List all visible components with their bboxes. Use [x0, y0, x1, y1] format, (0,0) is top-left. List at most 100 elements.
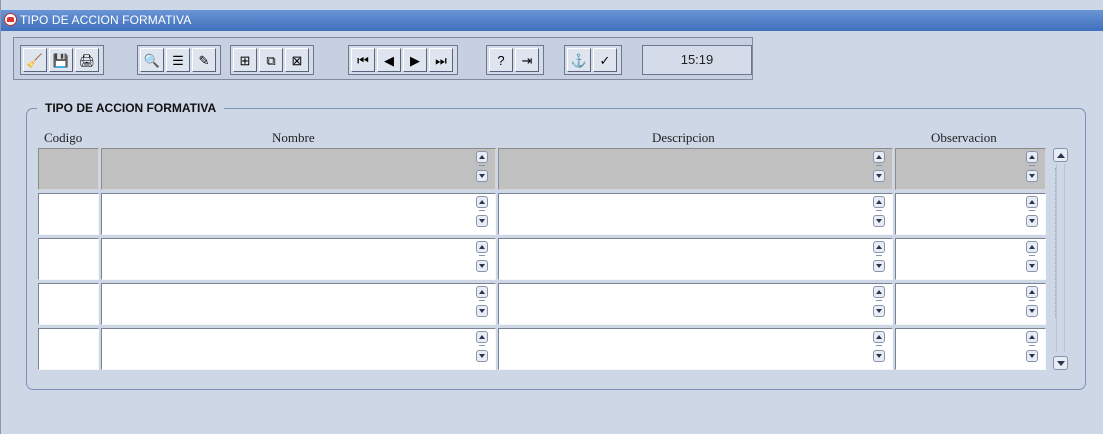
scroll-down-icon[interactable] — [873, 260, 885, 272]
observacion-scroll[interactable] — [1026, 193, 1038, 230]
scroll-down-icon[interactable] — [476, 170, 488, 182]
scroll-up-icon[interactable] — [1053, 148, 1068, 162]
check-button[interactable]: ✓ — [593, 48, 617, 72]
descripcion-field[interactable] — [498, 238, 893, 280]
query-icon: 🔍 — [143, 52, 161, 68]
scroll-up-icon[interactable] — [476, 151, 488, 163]
scroll-up-icon[interactable] — [873, 286, 885, 298]
previous-record-button[interactable]: ◀ — [377, 48, 401, 72]
codigo-field[interactable] — [38, 148, 99, 190]
frame-title: TIPO DE ACCION FORMATIVA — [37, 101, 225, 115]
codigo-field[interactable] — [38, 238, 99, 280]
help-button[interactable]: ? — [489, 48, 513, 72]
descripcion-scroll[interactable] — [873, 148, 885, 185]
attach-button[interactable]: ⚓ — [567, 48, 591, 72]
nombre-field[interactable] — [101, 328, 496, 370]
observacion-scroll[interactable] — [1026, 148, 1038, 185]
scroll-up-icon[interactable] — [476, 196, 488, 208]
scroll-down-icon[interactable] — [1026, 305, 1038, 317]
scroll-thumb — [1029, 255, 1035, 256]
clear-icon: 🧹 — [26, 52, 44, 68]
observacion-scroll[interactable] — [1026, 238, 1038, 275]
scroll-up-icon[interactable] — [1026, 196, 1038, 208]
list-icon: ☰ — [172, 52, 184, 68]
scroll-up-icon[interactable] — [873, 151, 885, 163]
scroll-up-icon[interactable] — [476, 241, 488, 253]
clock-display: 15:19 — [642, 45, 752, 75]
scroll-down-icon[interactable] — [1026, 215, 1038, 227]
observacion-scroll[interactable] — [1026, 328, 1038, 365]
last-record-button[interactable]: ⏭ — [429, 48, 453, 72]
descripcion-field[interactable] — [498, 283, 893, 325]
scroll-down-icon[interactable] — [1026, 170, 1038, 182]
codigo-field[interactable] — [38, 328, 99, 370]
query-button[interactable]: 🔍 — [140, 48, 164, 72]
scroll-up-icon[interactable] — [873, 331, 885, 343]
records-scrollbar[interactable] — [1053, 148, 1068, 370]
scroll-up-icon[interactable] — [1026, 331, 1038, 343]
save-button[interactable]: 💾 — [49, 48, 73, 72]
next-record-button[interactable]: ▶ — [403, 48, 427, 72]
column-header-observacion: Observacion — [931, 130, 997, 145]
first-record-button[interactable]: ⏮ — [351, 48, 375, 72]
descripcion-field[interactable] — [498, 193, 893, 235]
nombre-scroll[interactable] — [476, 148, 488, 185]
descripcion-scroll[interactable] — [873, 238, 885, 275]
observacion-field[interactable] — [895, 193, 1046, 235]
scroll-up-icon[interactable] — [873, 196, 885, 208]
codigo-field[interactable] — [38, 193, 99, 235]
insert-record-button[interactable]: ⊞ — [233, 48, 257, 72]
scroll-up-icon[interactable] — [873, 241, 885, 253]
descripcion-scroll[interactable] — [873, 193, 885, 230]
scroll-thumb — [876, 210, 882, 211]
nombre-scroll[interactable] — [476, 328, 488, 365]
scroll-down-icon[interactable] — [476, 350, 488, 362]
scroll-down-icon[interactable] — [476, 215, 488, 227]
nombre-field[interactable] — [101, 283, 496, 325]
scroll-down-icon[interactable] — [1026, 260, 1038, 272]
observacion-field[interactable] — [895, 238, 1046, 280]
duplicate-record-button[interactable]: ⧉ — [259, 48, 283, 72]
nombre-field[interactable] — [101, 238, 496, 280]
nombre-scroll[interactable] — [476, 283, 488, 320]
exit-button[interactable]: ⇥ — [515, 48, 539, 72]
scroll-thumb — [876, 165, 882, 166]
scroll-up-icon[interactable] — [1026, 151, 1038, 163]
edit-button[interactable]: ✎ — [192, 48, 216, 72]
delete-record-button[interactable]: ⊠ — [285, 48, 309, 72]
scroll-down-icon[interactable] — [1026, 350, 1038, 362]
observacion-field[interactable] — [895, 148, 1046, 190]
scroll-down-icon[interactable] — [476, 260, 488, 272]
scroll-down-icon[interactable] — [873, 305, 885, 317]
observacion-scroll[interactable] — [1026, 283, 1038, 320]
nombre-field[interactable] — [101, 193, 496, 235]
scroll-up-icon[interactable] — [476, 286, 488, 298]
scroll-down-icon[interactable] — [873, 350, 885, 362]
check-icon: ✓ — [599, 52, 611, 68]
print-button[interactable]: 🖨 — [75, 48, 99, 72]
observacion-field[interactable] — [895, 328, 1046, 370]
observacion-field[interactable] — [895, 283, 1046, 325]
scroll-down-icon[interactable] — [873, 215, 885, 227]
scroll-up-icon[interactable] — [476, 331, 488, 343]
nombre-scroll[interactable] — [476, 193, 488, 230]
descripcion-scroll[interactable] — [873, 328, 885, 365]
insert-record-icon: ⊞ — [239, 52, 251, 68]
scroll-down-icon[interactable] — [1053, 356, 1068, 370]
next-record-icon: ▶ — [410, 52, 420, 68]
scroll-thumb[interactable] — [1055, 168, 1067, 318]
scroll-up-icon[interactable] — [1026, 286, 1038, 298]
list-button[interactable]: ☰ — [166, 48, 190, 72]
scroll-up-icon[interactable] — [1026, 241, 1038, 253]
clear-button[interactable]: 🧹 — [23, 48, 47, 72]
scroll-thumb — [1029, 165, 1035, 166]
descripcion-scroll[interactable] — [873, 283, 885, 320]
codigo-field[interactable] — [38, 283, 99, 325]
scroll-down-icon[interactable] — [476, 305, 488, 317]
title-bar: TIPO DE ACCION FORMATIVA — [1, 10, 1103, 31]
descripcion-field[interactable] — [498, 328, 893, 370]
scroll-down-icon[interactable] — [873, 170, 885, 182]
nombre-field[interactable] — [101, 148, 496, 190]
nombre-scroll[interactable] — [476, 238, 488, 275]
descripcion-field[interactable] — [498, 148, 893, 190]
